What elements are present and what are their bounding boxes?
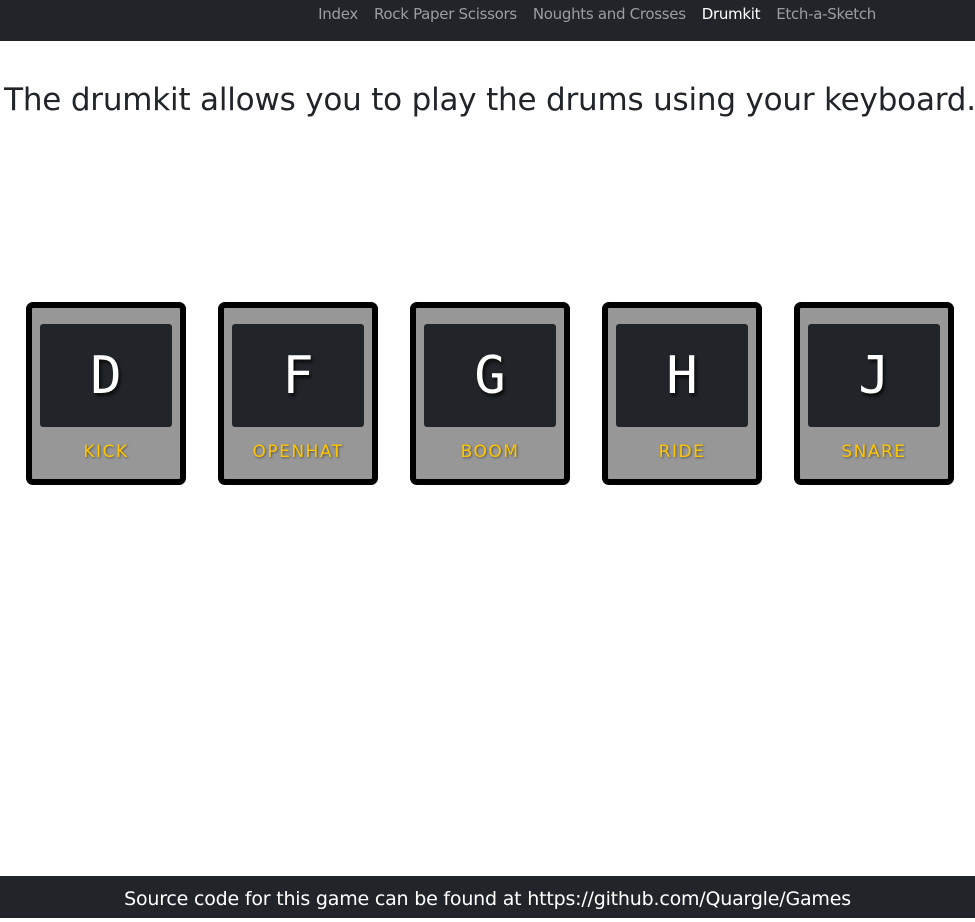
key-face: F: [232, 324, 364, 427]
key-sound-label: RIDE: [658, 442, 706, 462]
key-letter: D: [90, 345, 122, 406]
key-sound-label: KICK: [83, 442, 129, 462]
key-sound-label: OPENHAT: [252, 442, 344, 462]
nav-links: Index Rock Paper Scissors Noughts and Cr…: [318, 0, 876, 28]
key-face: G: [424, 324, 556, 427]
nav-link-index[interactable]: Index: [318, 5, 358, 23]
drum-keys: D KICK F OPENHAT G BOOM H RIDE J SNARE: [26, 302, 954, 485]
drum-key-f[interactable]: F OPENHAT: [218, 302, 378, 485]
nav-link-noughts-and-crosses[interactable]: Noughts and Crosses: [533, 5, 686, 23]
key-letter: G: [474, 345, 506, 406]
navbar: Index Rock Paper Scissors Noughts and Cr…: [0, 0, 975, 41]
drum-key-h[interactable]: H RIDE: [602, 302, 762, 485]
nav-link-rock-paper-scissors[interactable]: Rock Paper Scissors: [374, 5, 517, 23]
key-letter: J: [858, 345, 890, 406]
key-letter: F: [282, 345, 314, 406]
key-letter: H: [666, 345, 698, 406]
nav-link-etch-a-sketch[interactable]: Etch-a-Sketch: [776, 5, 876, 23]
key-face: J: [808, 324, 940, 427]
key-face: H: [616, 324, 748, 427]
drum-key-j[interactable]: J SNARE: [794, 302, 954, 485]
footer: Source code for this game can be found a…: [0, 876, 975, 918]
drum-key-d[interactable]: D KICK: [26, 302, 186, 485]
key-sound-label: BOOM: [460, 442, 520, 462]
key-face: D: [40, 324, 172, 427]
key-sound-label: SNARE: [841, 442, 907, 462]
nav-link-drumkit[interactable]: Drumkit: [702, 5, 761, 23]
page-heading: The drumkit allows you to play the drums…: [4, 82, 975, 118]
drum-key-g[interactable]: G BOOM: [410, 302, 570, 485]
